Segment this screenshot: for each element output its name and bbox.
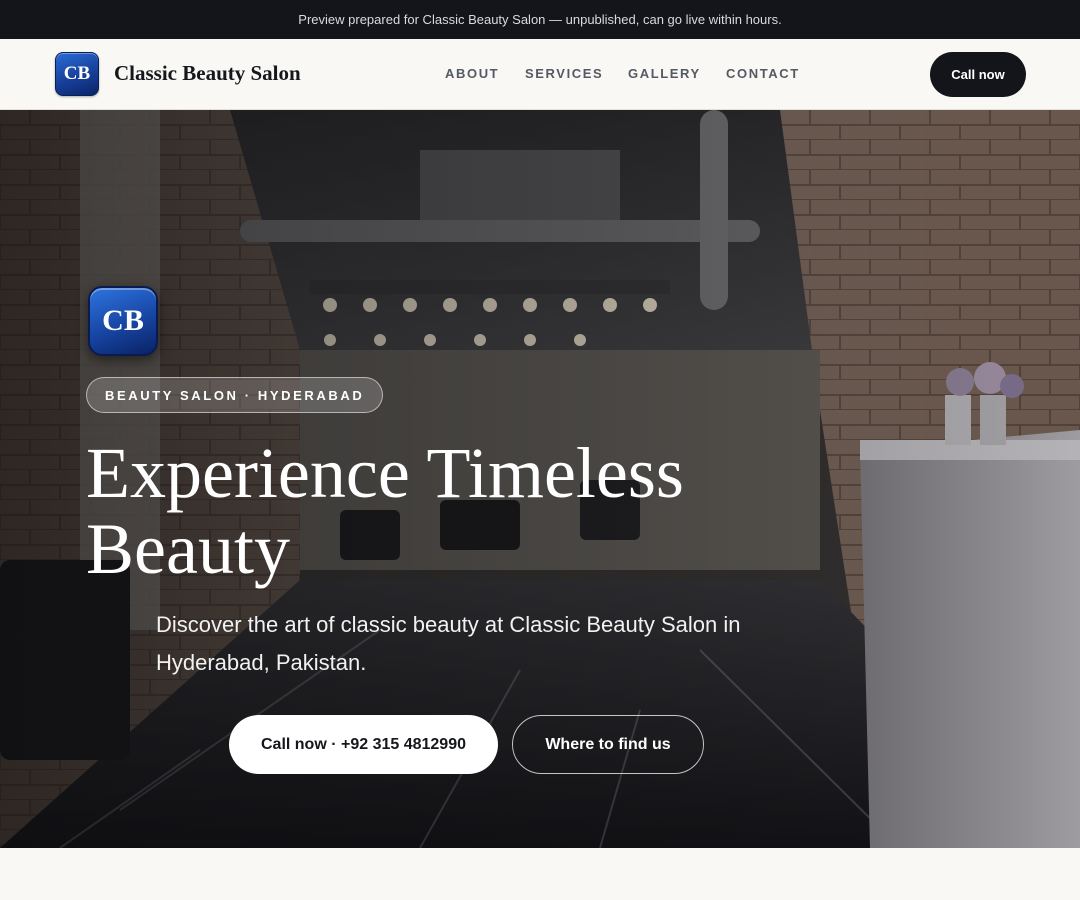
nav-link-services[interactable]: SERVICES: [525, 66, 603, 81]
preview-banner-text: Preview prepared for Classic Beauty Salo…: [298, 12, 782, 27]
site-header: CB Classic Beauty Salon ABOUT SERVICES G…: [0, 39, 1080, 110]
main-nav: ABOUT SERVICES GALLERY CONTACT: [0, 66, 1080, 82]
call-phone-button[interactable]: Call now · +92 315 4812990: [229, 715, 498, 774]
nav-link-gallery[interactable]: GALLERY: [628, 66, 701, 81]
nav-link-contact[interactable]: CONTACT: [726, 66, 800, 81]
hero-headline: Experience Timeless Beauty: [86, 433, 684, 589]
call-now-button[interactable]: Call now: [930, 52, 1026, 97]
category-badge: BEAUTY SALON · HYDERABAD: [86, 377, 384, 413]
hero-logo: CB: [88, 286, 158, 356]
preview-banner: Preview prepared for Classic Beauty Salo…: [0, 0, 1080, 39]
find-us-button[interactable]: Where to find us: [512, 715, 704, 774]
hero-subtext: Discover the art of classic beauty at Cl…: [156, 612, 741, 675]
hero-section: CB BEAUTY SALON · HYDERABAD Experience T…: [0, 110, 1080, 848]
hero-logo-text: CB: [102, 304, 144, 337]
nav-link-about[interactable]: ABOUT: [445, 66, 499, 81]
